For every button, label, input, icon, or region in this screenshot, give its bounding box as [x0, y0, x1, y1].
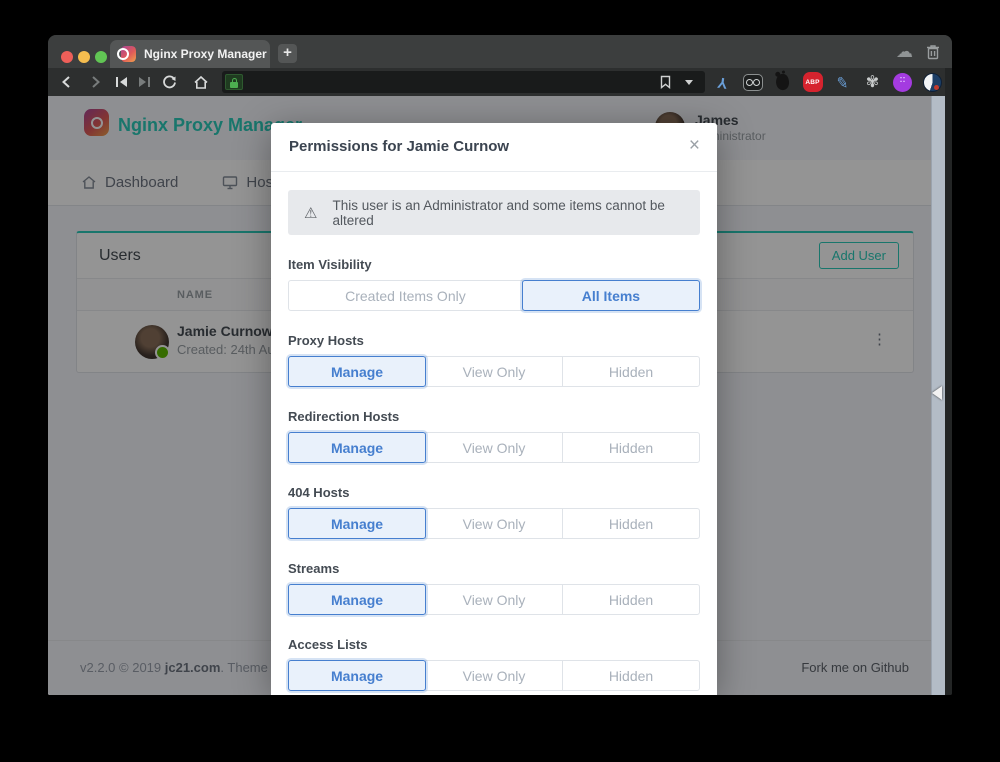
- pie-extension-icon[interactable]: [922, 72, 943, 93]
- bookmark-icon[interactable]: [660, 75, 671, 94]
- cloud-icon[interactable]: ☁: [896, 43, 913, 60]
- secure-lock-icon[interactable]: [225, 74, 243, 90]
- proxy-hosts-hidden-button[interactable]: Hidden: [562, 356, 700, 387]
- redirection-hosts-section: Redirection Hosts Manage View Only Hidde…: [288, 409, 700, 463]
- redirection-hosts-manage-button[interactable]: Manage: [288, 432, 426, 463]
- section-label: Redirection Hosts: [288, 409, 700, 424]
- access-lists-view-only-button[interactable]: View Only: [425, 660, 563, 691]
- 404-hosts-view-only-button[interactable]: View Only: [425, 508, 563, 539]
- 404-hosts-section: 404 Hosts Manage View Only Hidden: [288, 485, 700, 539]
- streams-manage-button[interactable]: Manage: [288, 584, 426, 615]
- extension-bar: Y ABP ✎ ✾: [712, 68, 943, 96]
- section-label: 404 Hosts: [288, 485, 700, 500]
- proxy-hosts-section: Proxy Hosts Manage View Only Hidden: [288, 333, 700, 387]
- forward-icon[interactable]: [88, 68, 102, 96]
- purple-extension-icon[interactable]: [892, 72, 913, 93]
- redirection-hosts-hidden-button[interactable]: Hidden: [562, 432, 700, 463]
- adblock-plus-icon[interactable]: ABP: [802, 72, 823, 93]
- gnome-foot-extension-icon[interactable]: [772, 72, 793, 93]
- tab-title: Nginx Proxy Manager: [144, 47, 267, 61]
- skip-back-icon[interactable]: [115, 68, 128, 96]
- minimize-window-button[interactable]: [78, 51, 90, 63]
- admin-warning-alert: ⚠ This user is an Administrator and some…: [288, 190, 700, 235]
- close-icon[interactable]: ×: [687, 134, 702, 157]
- visibility-created-items-button[interactable]: Created Items Only: [288, 280, 523, 311]
- url-bar[interactable]: [222, 71, 705, 93]
- visibility-all-items-button[interactable]: All Items: [522, 280, 700, 311]
- permissions-modal: Permissions for Jamie Curnow × ⚠ This us…: [271, 123, 717, 695]
- section-label: Access Lists: [288, 637, 700, 652]
- streams-hidden-button[interactable]: Hidden: [562, 584, 700, 615]
- bookmarks-dropdown-icon[interactable]: [685, 80, 693, 85]
- reload-icon[interactable]: [162, 68, 177, 96]
- access-lists-section: Access Lists Manage View Only Hidden: [288, 637, 700, 691]
- zoom-window-button[interactable]: [95, 51, 107, 63]
- streams-view-only-button[interactable]: View Only: [425, 584, 563, 615]
- browser-tab[interactable]: Nginx Proxy Manager: [110, 40, 270, 68]
- probe-extension-icon[interactable]: Y: [711, 70, 735, 94]
- modal-title: Permissions for Jamie Curnow: [289, 138, 509, 155]
- window-right-edge: [945, 68, 952, 695]
- new-tab-button[interactable]: +: [278, 44, 297, 63]
- mouse-cursor: [932, 386, 942, 400]
- favicon-npm-logo: [121, 46, 136, 62]
- gear-flower-extension-icon[interactable]: ✾: [862, 72, 883, 93]
- access-lists-manage-button[interactable]: Manage: [288, 660, 426, 691]
- 404-hosts-manage-button[interactable]: Manage: [288, 508, 426, 539]
- section-label: Streams: [288, 561, 700, 576]
- skip-forward-icon[interactable]: [138, 68, 151, 96]
- redirection-hosts-view-only-button[interactable]: View Only: [425, 432, 563, 463]
- goggles-extension-icon[interactable]: [742, 72, 763, 93]
- proxy-hosts-manage-button[interactable]: Manage: [288, 356, 426, 387]
- browser-titlebar: Nginx Proxy Manager + ☁: [48, 35, 952, 68]
- pen-extension-icon[interactable]: ✎: [831, 70, 855, 94]
- item-visibility-section: Item Visibility Created Items Only All I…: [288, 257, 700, 311]
- page-viewport: Nginx Proxy Manager James Administrator …: [48, 96, 945, 695]
- warning-icon: ⚠: [304, 204, 317, 222]
- close-window-button[interactable]: [61, 51, 73, 63]
- section-label: Proxy Hosts: [288, 333, 700, 348]
- 404-hosts-hidden-button[interactable]: Hidden: [562, 508, 700, 539]
- section-label: Item Visibility: [288, 257, 700, 272]
- browser-window: Nginx Proxy Manager + ☁: [48, 35, 952, 695]
- home-icon[interactable]: [193, 68, 209, 96]
- proxy-hosts-view-only-button[interactable]: View Only: [425, 356, 563, 387]
- trash-icon[interactable]: [926, 44, 940, 60]
- back-icon[interactable]: [60, 68, 74, 96]
- access-lists-hidden-button[interactable]: Hidden: [562, 660, 700, 691]
- streams-section: Streams Manage View Only Hidden: [288, 561, 700, 615]
